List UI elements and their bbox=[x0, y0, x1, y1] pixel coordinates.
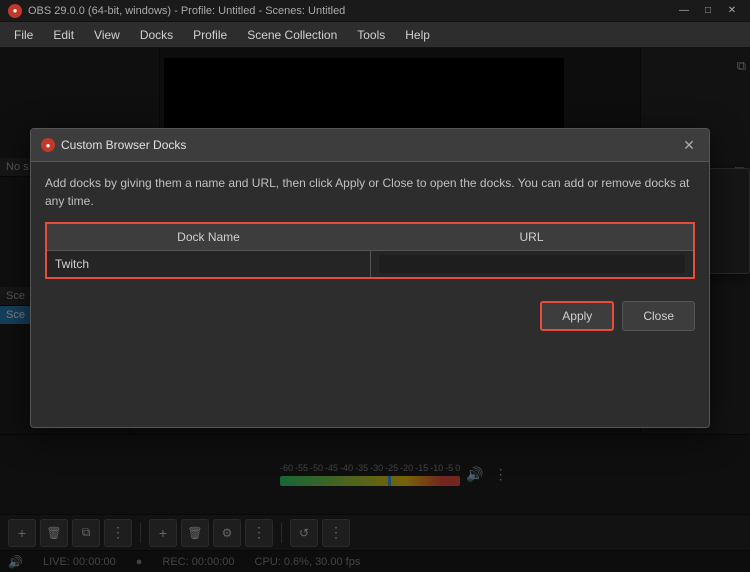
table-row: Twitch bbox=[46, 251, 694, 279]
obs-icon: ● bbox=[8, 4, 22, 18]
menu-bar: File Edit View Docks Profile Scene Colle… bbox=[0, 22, 750, 48]
main-content: ⧉ No s Sce Sce ⧉ rt Virtual Cam Studio M… bbox=[0, 48, 750, 572]
menu-edit[interactable]: Edit bbox=[43, 26, 84, 44]
title-bar-left: ● OBS 29.0.0 (64-bit, windows) - Profile… bbox=[8, 4, 345, 18]
menu-scene-collection[interactable]: Scene Collection bbox=[237, 26, 347, 44]
menu-view[interactable]: View bbox=[84, 26, 130, 44]
menu-profile[interactable]: Profile bbox=[183, 26, 237, 44]
url-header: URL bbox=[370, 223, 694, 251]
url-input[interactable] bbox=[379, 255, 686, 273]
dialog-footer: Apply Close bbox=[31, 291, 709, 341]
close-button[interactable]: ✕ bbox=[722, 4, 742, 18]
dock-name-header: Dock Name bbox=[46, 223, 370, 251]
minimize-button[interactable]: — bbox=[674, 4, 694, 18]
dock-table: Dock Name URL Twitch bbox=[45, 222, 695, 279]
menu-file[interactable]: File bbox=[4, 26, 43, 44]
close-dialog-button[interactable]: Close bbox=[622, 301, 695, 331]
title-bar-text: OBS 29.0.0 (64-bit, windows) - Profile: … bbox=[28, 5, 345, 17]
dialog-icon: ● bbox=[41, 138, 55, 152]
dialog-title-bar: ● Custom Browser Docks ✕ bbox=[31, 129, 709, 162]
title-bar: ● OBS 29.0.0 (64-bit, windows) - Profile… bbox=[0, 0, 750, 22]
url-cell[interactable] bbox=[370, 251, 694, 279]
menu-tools[interactable]: Tools bbox=[347, 26, 395, 44]
dialog-title: Custom Browser Docks bbox=[61, 138, 186, 152]
maximize-button[interactable]: □ bbox=[698, 4, 718, 18]
dialog-body: Add docks by giving them a name and URL,… bbox=[31, 162, 709, 291]
title-bar-controls[interactable]: — □ ✕ bbox=[674, 4, 742, 18]
menu-docks[interactable]: Docks bbox=[130, 26, 183, 44]
dialog-description: Add docks by giving them a name and URL,… bbox=[45, 174, 695, 210]
dock-name-cell: Twitch bbox=[46, 251, 370, 279]
dialog-close-icon[interactable]: ✕ bbox=[679, 135, 699, 155]
dialog-overlay: ● Custom Browser Docks ✕ Add docks by gi… bbox=[0, 48, 750, 572]
menu-help[interactable]: Help bbox=[395, 26, 440, 44]
apply-button[interactable]: Apply bbox=[540, 301, 614, 331]
custom-browser-docks-dialog: ● Custom Browser Docks ✕ Add docks by gi… bbox=[30, 128, 710, 428]
